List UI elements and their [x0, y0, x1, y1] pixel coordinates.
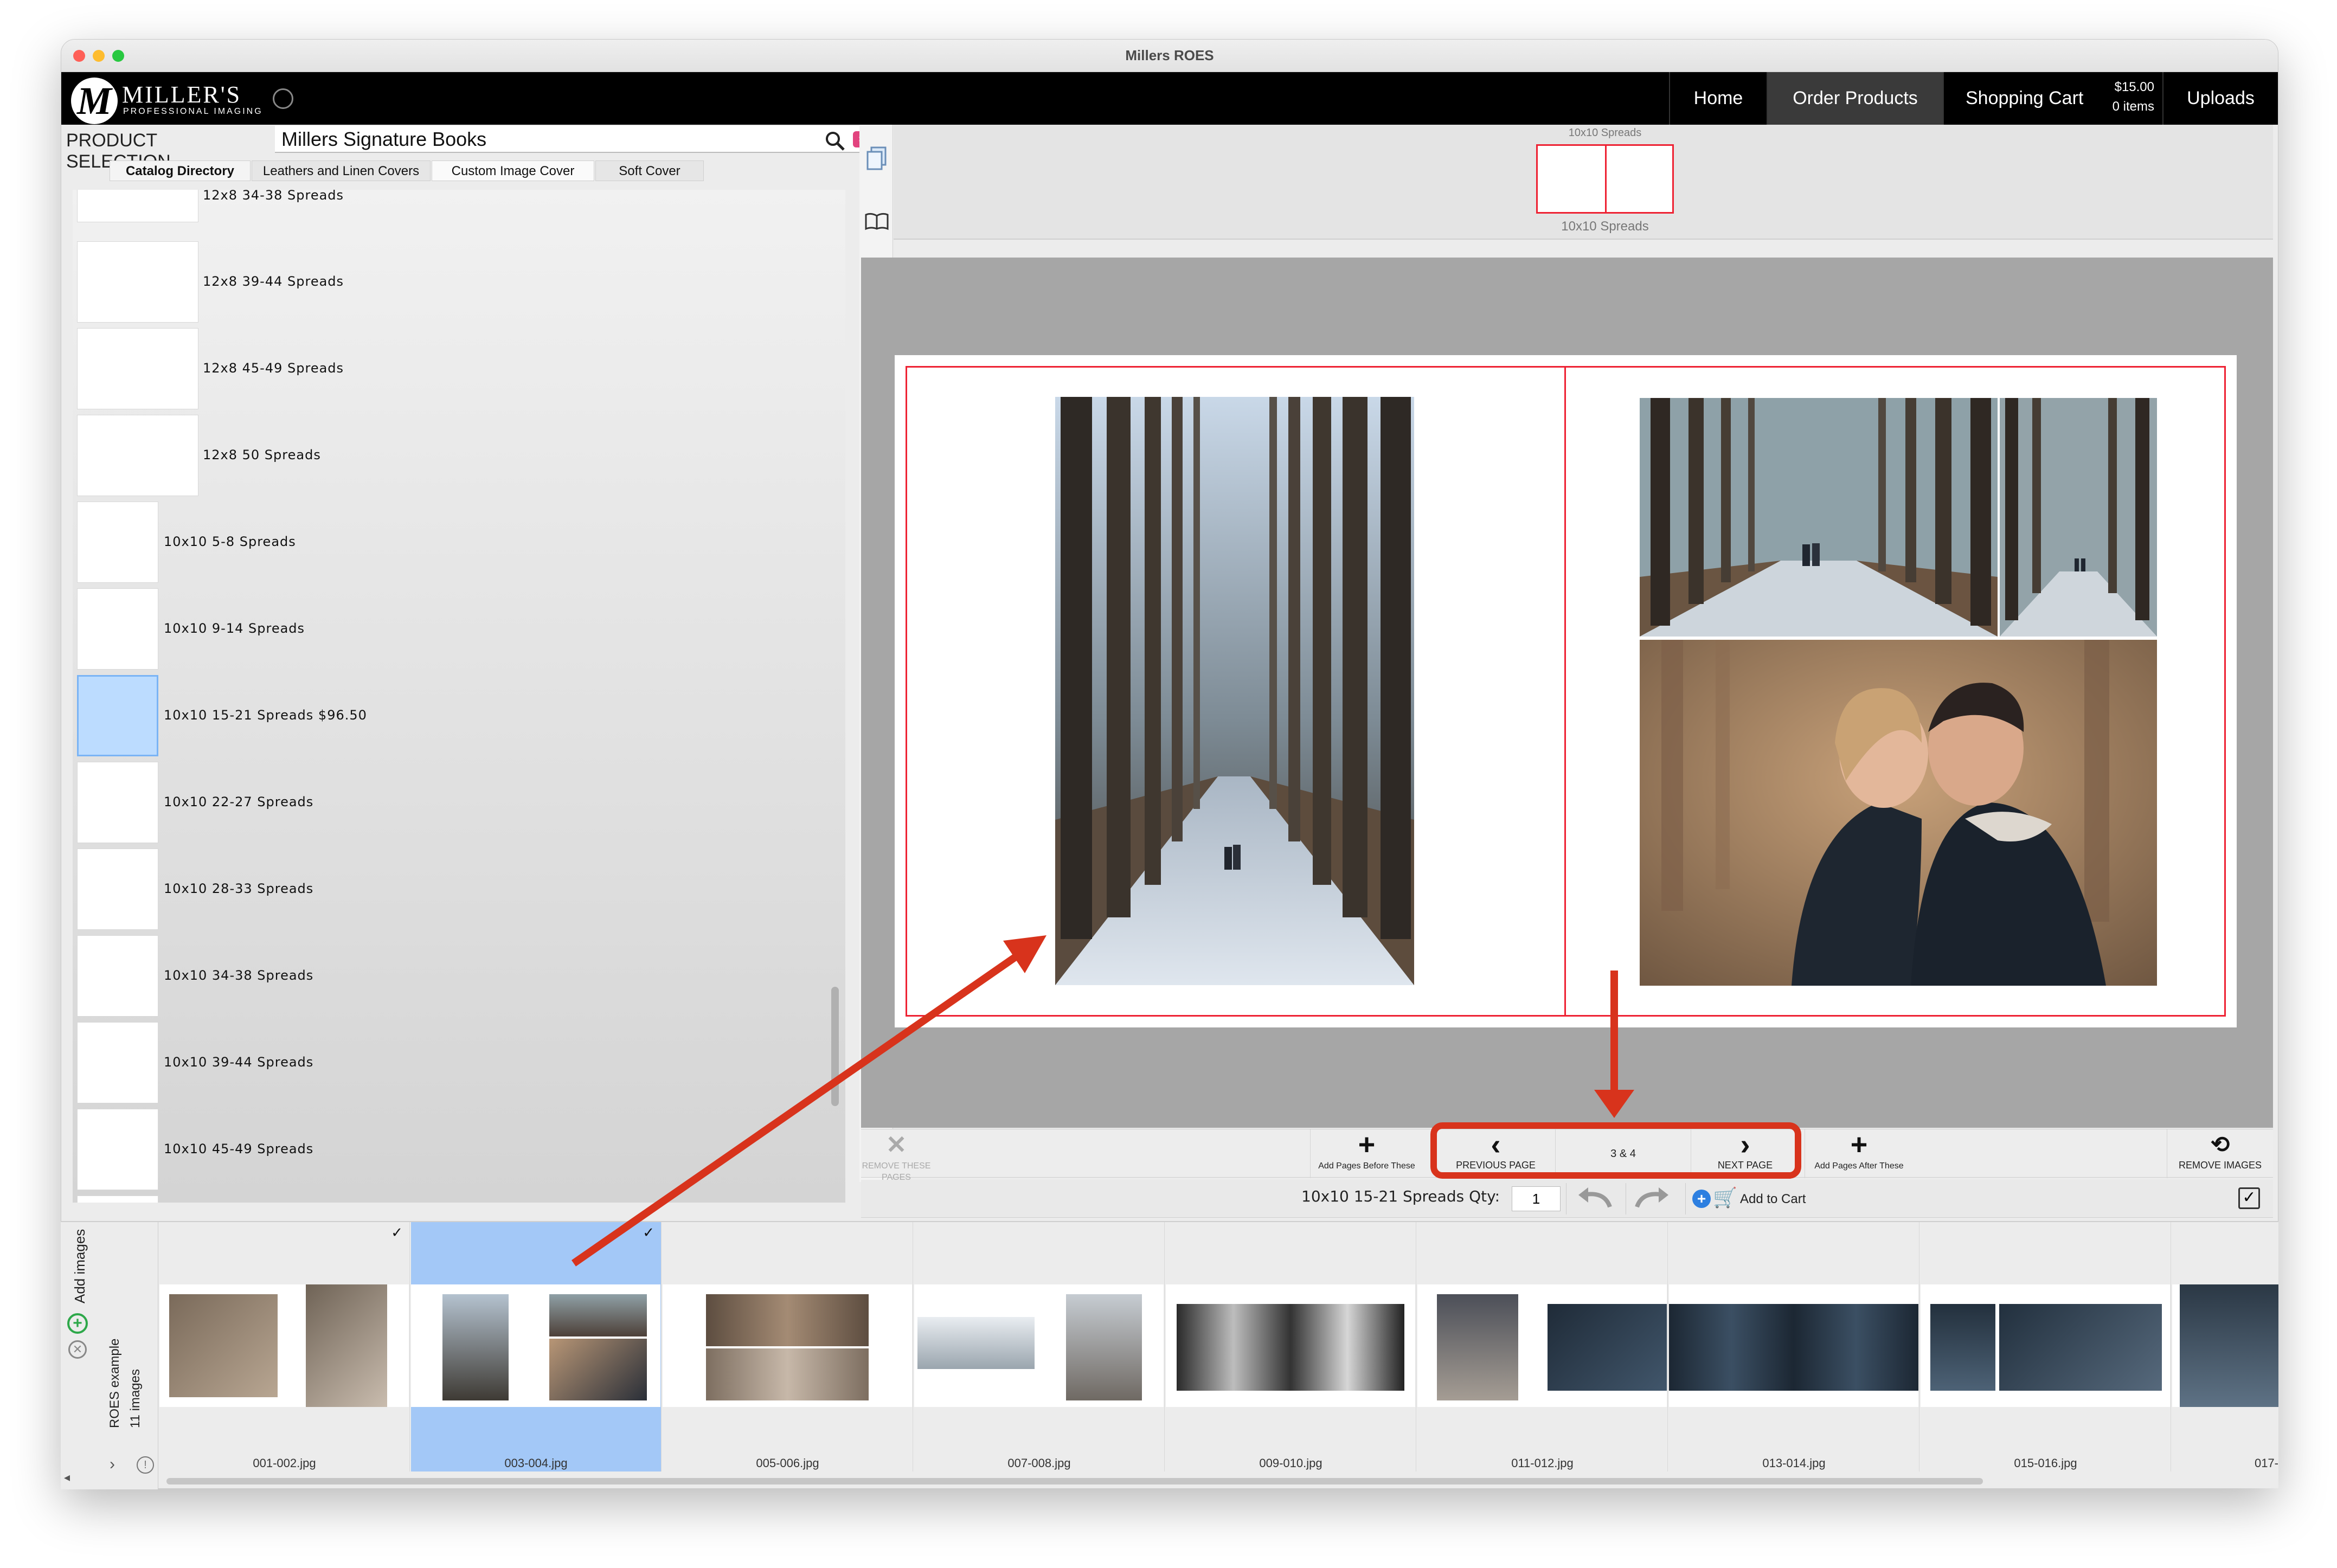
annotation-arrow-line [572, 951, 1022, 1267]
annotation-arrow-head [1594, 1090, 1634, 1118]
annotation-arrow-head [1003, 935, 1046, 973]
annotation-arrows [572, 935, 1634, 1267]
